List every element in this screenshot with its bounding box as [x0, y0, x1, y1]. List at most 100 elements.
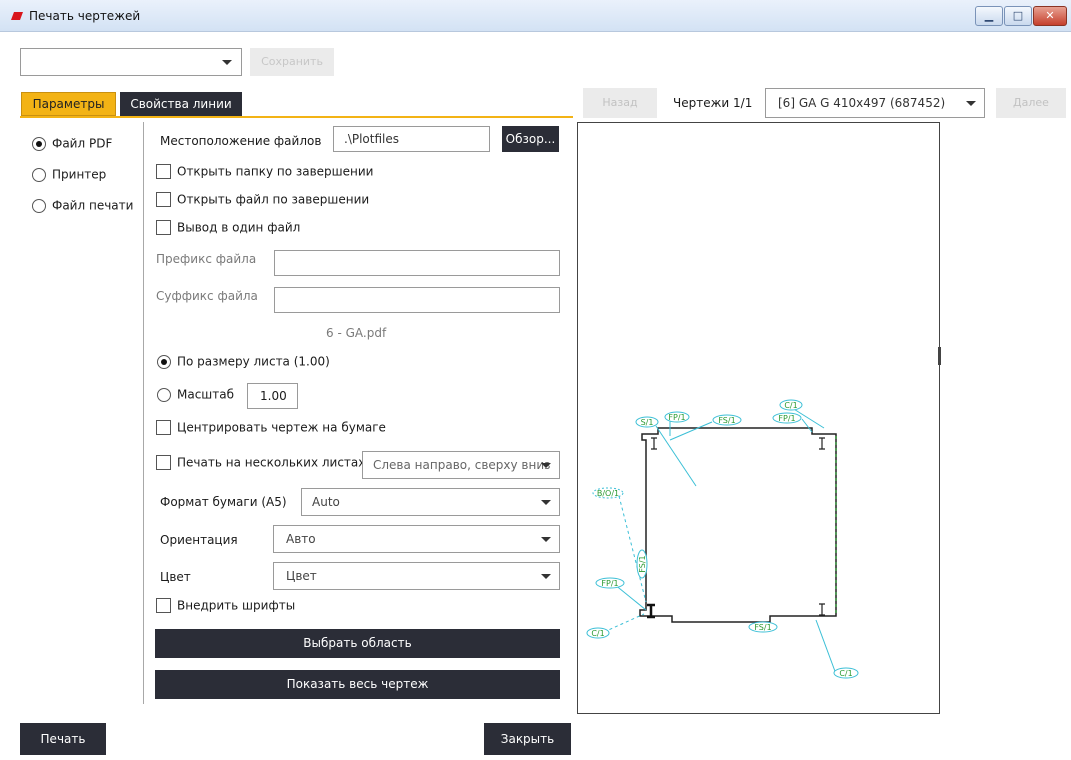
back-button[interactable]: Назад — [583, 88, 657, 118]
prefix-input[interactable] — [274, 250, 560, 276]
radio-indicator[interactable] — [157, 354, 171, 369]
tag-c-left: C/1 — [586, 627, 610, 639]
fit-to-sheet-radio[interactable]: По размеру листа (1.00) — [157, 354, 330, 374]
scale-input[interactable]: 1.00 — [247, 383, 298, 409]
checkbox-label: Печать на нескольких листах — [177, 455, 366, 470]
radio-indicator[interactable] — [157, 387, 171, 402]
radio-label: По размеру листа (1.00) — [177, 354, 330, 369]
suffix-label: Суффикс файла — [156, 289, 258, 303]
drawing-tags: S/1 FP/1 FS/1 C/1 FP/1 B/O/1 FS/1 FP/1 C… — [586, 399, 859, 679]
sheets-counter: Чертежи 1/1 — [673, 96, 753, 110]
multi-sheet-checkbox[interactable]: Печать на нескольких листах — [156, 455, 365, 475]
plan-outline — [639, 427, 837, 623]
chevron-down-icon — [541, 500, 551, 505]
radio-indicator[interactable] — [32, 167, 46, 182]
next-button[interactable]: Далее — [996, 88, 1066, 118]
page-order-value: Слева направо, сверху вниз — [373, 458, 551, 472]
single-file-checkbox[interactable]: Вывод в один файл — [156, 220, 300, 240]
chevron-down-icon — [541, 463, 551, 468]
tab-underline — [20, 116, 573, 118]
tag-fp-top: FP/1 — [664, 411, 690, 423]
svg-text:B/O/1: B/O/1 — [597, 489, 619, 498]
tag-bo: B/O/1 — [592, 487, 624, 499]
radio-print-file[interactable]: Файл печати — [32, 198, 133, 218]
radio-label: Файл PDF — [52, 136, 113, 151]
chevron-down-icon — [541, 537, 551, 542]
checkbox-box[interactable] — [156, 192, 171, 207]
tag-fs-top: FS/1 — [712, 414, 742, 426]
save-button[interactable]: Сохранить — [250, 48, 334, 76]
filename-preview: 6 - GA.pdf — [326, 326, 387, 340]
color-value: Цвет — [286, 569, 317, 583]
leader-lines — [613, 405, 837, 675]
tag-fs-left: FS/1 — [636, 549, 648, 579]
radio-indicator[interactable] — [32, 136, 46, 151]
column-symbol-bold — [647, 603, 655, 619]
checkbox-box[interactable] — [156, 455, 171, 470]
color-select[interactable]: Цвет — [273, 562, 560, 590]
open-folder-checkbox[interactable]: Открыть папку по завершении — [156, 164, 373, 184]
minimize-button[interactable]: ▁ — [975, 6, 1003, 26]
paper-size-select[interactable]: Auto — [301, 488, 560, 516]
chevron-down-icon — [541, 574, 551, 579]
page-order-select[interactable]: Слева направо, сверху вниз — [362, 451, 560, 479]
orientation-select[interactable]: Авто — [273, 525, 560, 553]
checkbox-box[interactable] — [156, 164, 171, 179]
tag-c-bottom: C/1 — [833, 667, 859, 679]
drawing-preview-image: S/1 FP/1 FS/1 C/1 FP/1 B/O/1 FS/1 FP/1 C… — [586, 399, 859, 679]
svg-text:C/1: C/1 — [784, 401, 797, 410]
location-label: Местоположение файлов — [160, 134, 322, 148]
checkbox-box[interactable] — [156, 420, 171, 435]
column-symbol — [651, 437, 825, 616]
close-button[interactable]: Закрыть — [484, 723, 571, 755]
checkbox-label: Центрировать чертеж на бумаге — [177, 420, 386, 435]
scale-radio[interactable]: Масштаб — [157, 387, 234, 407]
location-field[interactable]: .\Plotfiles — [333, 126, 490, 152]
embed-fonts-checkbox[interactable]: Внедрить шрифты — [156, 598, 295, 618]
checkbox-label: Внедрить шрифты — [177, 598, 296, 613]
minimize-icon: ▁ — [984, 9, 994, 22]
browse-button[interactable]: Обзор... — [502, 126, 559, 152]
sheet-select-value: [6] GA G 410x497 (687452) — [778, 96, 946, 110]
title-bar — [0, 0, 1071, 32]
chevron-down-icon — [966, 101, 976, 106]
radio-label: Файл печати — [52, 198, 134, 213]
show-full-drawing-button[interactable]: Показать весь чертеж — [155, 670, 560, 699]
svg-text:FP/1: FP/1 — [601, 579, 618, 588]
tab-parameters[interactable]: Параметры — [21, 92, 116, 116]
color-label: Цвет — [160, 570, 191, 584]
tag-fp-left: FP/1 — [595, 577, 625, 589]
suffix-input[interactable] — [274, 287, 560, 313]
chevron-down-icon — [222, 60, 232, 65]
checkbox-box[interactable] — [156, 598, 171, 613]
svg-text:FP/1: FP/1 — [668, 413, 685, 422]
tag-s: S/1 — [635, 416, 659, 428]
maximize-button[interactable]: □ — [1004, 6, 1032, 26]
center-drawing-checkbox[interactable]: Центрировать чертеж на бумаге — [156, 420, 386, 440]
tag-fp-right: FP/1 — [772, 412, 802, 424]
radio-label: Масштаб — [177, 387, 235, 402]
paper-size-label: Формат бумаги (A5) — [160, 495, 287, 509]
preview-edge-marker — [938, 347, 941, 365]
svg-text:FP/1: FP/1 — [778, 414, 795, 423]
tab-line-properties[interactable]: Свойства линии — [120, 92, 242, 116]
checkbox-box[interactable] — [156, 220, 171, 235]
preset-combo[interactable] — [20, 48, 242, 76]
tag-c-top: C/1 — [779, 399, 803, 411]
radio-indicator[interactable] — [32, 198, 46, 213]
radio-printer[interactable]: Принтер — [32, 167, 106, 187]
svg-text:C/1: C/1 — [591, 629, 604, 638]
paper-size-value: Auto — [312, 495, 340, 509]
checkbox-label: Открыть файл по завершении — [177, 192, 370, 207]
close-window-button[interactable]: ✕ — [1033, 6, 1067, 26]
radio-pdf-file[interactable]: Файл PDF — [32, 136, 112, 156]
svg-text:FS/1: FS/1 — [718, 416, 735, 425]
select-area-button[interactable]: Выбрать область — [155, 629, 560, 658]
svg-text:S/1: S/1 — [641, 418, 654, 427]
orientation-label: Ориентация — [160, 533, 238, 547]
checkbox-label: Открыть папку по завершении — [177, 164, 374, 179]
open-file-checkbox[interactable]: Открыть файл по завершении — [156, 192, 369, 212]
checkbox-label: Вывод в один файл — [177, 220, 301, 235]
print-button[interactable]: Печать — [20, 723, 106, 755]
window-title: Печать чертежей — [29, 9, 141, 23]
